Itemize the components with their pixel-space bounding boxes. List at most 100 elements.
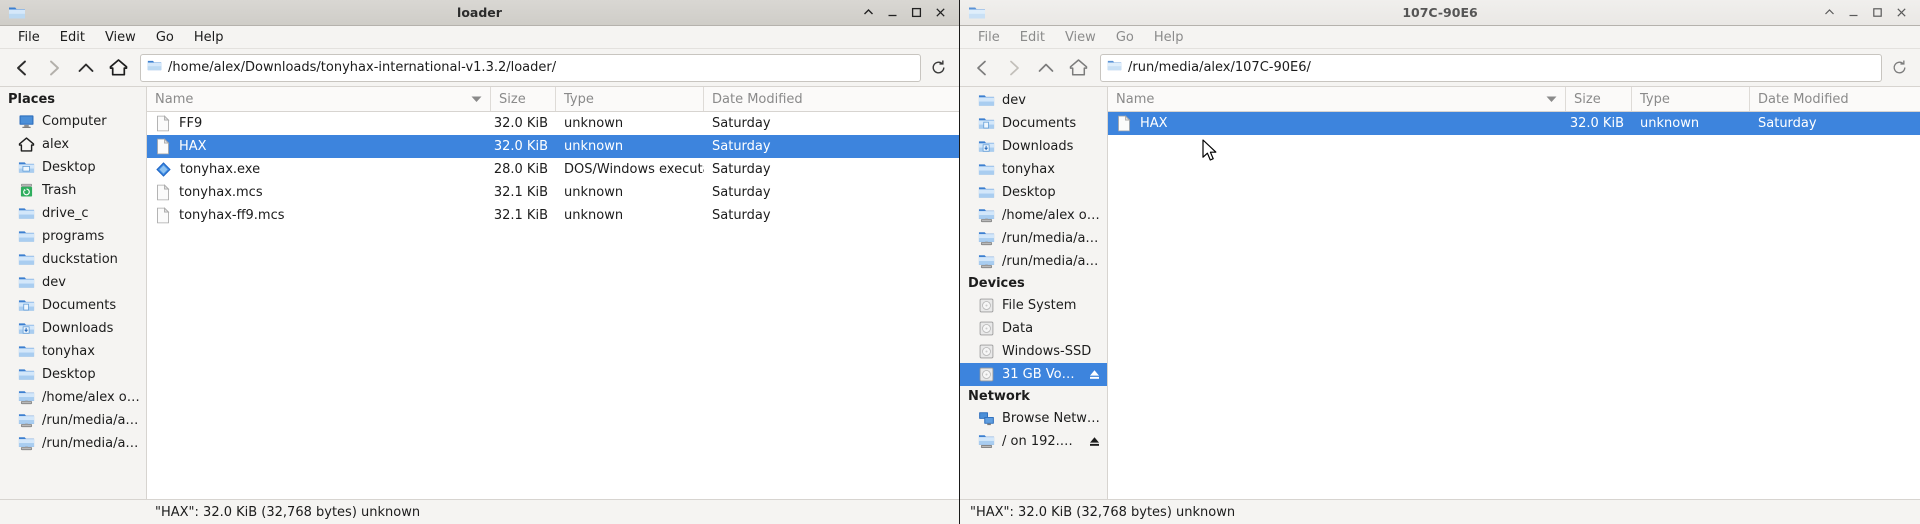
cell-name[interactable]: HAX [147,138,491,155]
shade-icon[interactable] [1823,6,1836,19]
sidebar-item-run-media-alex[interactable]: /run/media/alex/… [960,250,1107,273]
minimize-icon[interactable] [886,6,899,19]
table-row[interactable]: HAX 32.0 KiB unknown Saturday [1108,112,1920,135]
column-header-date-modified[interactable]: Date Modified [704,87,959,111]
sidebar-item-desktop[interactable]: Desktop [0,156,146,179]
menu-file[interactable]: File [968,28,1010,47]
cell-name[interactable]: tonyhax.mcs [147,184,491,201]
close-icon[interactable] [934,6,947,19]
column-header-size[interactable]: Size [1566,87,1632,111]
path-entry[interactable]: /run/media/alex/107C-90E6/ [1100,53,1882,82]
menu-edit[interactable]: Edit [50,28,95,47]
column-header-name[interactable]: Name [1108,87,1566,111]
right-window-controls[interactable] [1823,6,1916,19]
table-row[interactable]: FF9 32.0 KiB unknown Saturday [147,112,959,135]
sidebar-item-run-media-alex[interactable]: /run/media/alex/… [0,432,146,455]
menu-view[interactable]: View [1055,28,1106,47]
sidebar-device-31-gb-volume[interactable]: 31 GB Volume [960,363,1107,386]
right-file-list[interactable]: Name Size Type Date Modified HAX 32.0 KiB… [1108,87,1920,499]
sidebar-item-desktop[interactable]: Desktop [0,363,146,386]
sidebar-item-home-alex-on-19[interactable]: /home/alex on 19… [960,204,1107,227]
right-titlebar[interactable]: 107C-90E6 [960,0,1920,26]
cell-name[interactable]: HAX [1108,115,1566,132]
sidebar-device-windows-ssd[interactable]: Windows-SSD [960,340,1107,363]
sidebar-item-programs[interactable]: programs [0,225,146,248]
right-sidebar[interactable]: dev Documents Downloads tonyhax Desktop/home… [960,87,1108,499]
home-icon[interactable] [102,53,134,83]
file-manager-window-loader[interactable]: loader File Edit View Go Help /home/alex… [0,0,959,524]
minimize-icon[interactable] [1847,6,1860,19]
sidebar-item-dev[interactable]: dev [960,89,1107,112]
sidebar-item-drive-c[interactable]: drive_c [0,202,146,225]
sidebar-item-tonyhax[interactable]: tonyhax [960,158,1107,181]
sidebar-network-browse-network[interactable]: Browse Network [960,407,1107,430]
maximize-icon[interactable] [910,6,923,19]
menu-help[interactable]: Help [184,28,234,47]
left-menubar[interactable]: File Edit View Go Help [0,26,959,49]
path-entry[interactable]: /home/alex/Downloads/tonyhax-internation… [140,53,921,82]
sidebar-item-home-alex-on-19[interactable]: /home/alex on 19… [0,386,146,409]
sidebar-device-file-system[interactable]: File System [960,294,1107,317]
sidebar-item-label: duckstation [42,252,118,267]
sidebar-item-duckstation[interactable]: duckstation [0,248,146,271]
sidebar-device-data[interactable]: Data [960,317,1107,340]
left-file-list[interactable]: Name Size Type Date Modified FF9 32.0 KiB… [147,87,959,499]
right-toolbar[interactable]: /run/media/alex/107C-90E6/ [960,49,1920,87]
column-header-date-modified[interactable]: Date Modified [1750,87,1920,111]
up-icon[interactable] [1030,53,1062,83]
column-header-name[interactable]: Name [147,87,491,111]
table-row[interactable]: HAX 32.0 KiB unknown Saturday [147,135,959,158]
back-icon[interactable] [6,53,38,83]
menu-go[interactable]: Go [146,28,184,47]
menu-help[interactable]: Help [1144,28,1194,47]
close-icon[interactable] [1895,6,1908,19]
cell-name[interactable]: FF9 [147,115,491,132]
right-list-header[interactable]: Name Size Type Date Modified [1108,87,1920,112]
sidebar-item-documents[interactable]: Documents [0,294,146,317]
maximize-icon[interactable] [1871,6,1884,19]
cell-name[interactable]: tonyhax.exe [147,161,491,178]
sidebar-item-dev[interactable]: dev [0,271,146,294]
up-icon[interactable] [70,53,102,83]
shade-icon[interactable] [862,6,875,19]
left-window-controls[interactable] [862,6,955,19]
sort-descending-icon[interactable] [1546,92,1557,107]
menu-view[interactable]: View [95,28,146,47]
table-row[interactable]: tonyhax.mcs 32.1 KiB unknown Saturday [147,181,959,204]
sidebar-item-run-media-alex[interactable]: /run/media/alex/… [0,409,146,432]
table-row[interactable]: tonyhax-ff9.mcs 32.1 KiB unknown Saturday [147,204,959,227]
left-titlebar[interactable]: loader [0,0,959,26]
right-menubar[interactable]: File Edit View Go Help [960,26,1920,49]
sidebar-item-alex[interactable]: alex [0,133,146,156]
eject-icon[interactable] [1088,368,1101,381]
reload-icon[interactable] [1886,54,1912,82]
eject-icon[interactable] [1088,435,1101,448]
sort-descending-icon[interactable] [471,92,482,107]
file-manager-window-107c-90e6[interactable]: 107C-90E6 File Edit View Go Help /run/me… [960,0,1920,524]
menu-edit[interactable]: Edit [1010,28,1055,47]
menu-file[interactable]: File [8,28,50,47]
column-header-size[interactable]: Size [491,87,556,111]
sidebar-item-run-media-alex[interactable]: /run/media/alex/… [960,227,1107,250]
left-sidebar[interactable]: Places Computer alex Desktop Trash drive_c pr… [0,87,147,499]
sidebar-item-tonyhax[interactable]: tonyhax [0,340,146,363]
sidebar-item-computer[interactable]: Computer [0,110,146,133]
column-header-type[interactable]: Type [1632,87,1750,111]
left-list-rows[interactable]: FF9 32.0 KiB unknown Saturday HAX 32.0 KiB unk… [147,112,959,499]
left-list-header[interactable]: Name Size Type Date Modified [147,87,959,112]
sidebar-item-downloads[interactable]: Downloads [0,317,146,340]
sidebar-item-trash[interactable]: Trash [0,179,146,202]
left-toolbar[interactable]: /home/alex/Downloads/tonyhax-internation… [0,49,959,87]
right-list-rows[interactable]: HAX 32.0 KiB unknown Saturday [1108,112,1920,499]
reload-icon[interactable] [925,54,951,82]
home-icon[interactable] [1062,53,1094,83]
cell-name[interactable]: tonyhax-ff9.mcs [147,207,491,224]
sidebar-item-downloads[interactable]: Downloads [960,135,1107,158]
sidebar-network-on-192-168[interactable]: / on 192.168… [960,430,1107,453]
sidebar-item-documents[interactable]: Documents [960,112,1107,135]
back-icon[interactable] [966,53,998,83]
column-header-type[interactable]: Type [556,87,704,111]
menu-go[interactable]: Go [1106,28,1144,47]
sidebar-item-desktop[interactable]: Desktop [960,181,1107,204]
table-row[interactable]: tonyhax.exe 28.0 KiB DOS/Windows executabl… [147,158,959,181]
